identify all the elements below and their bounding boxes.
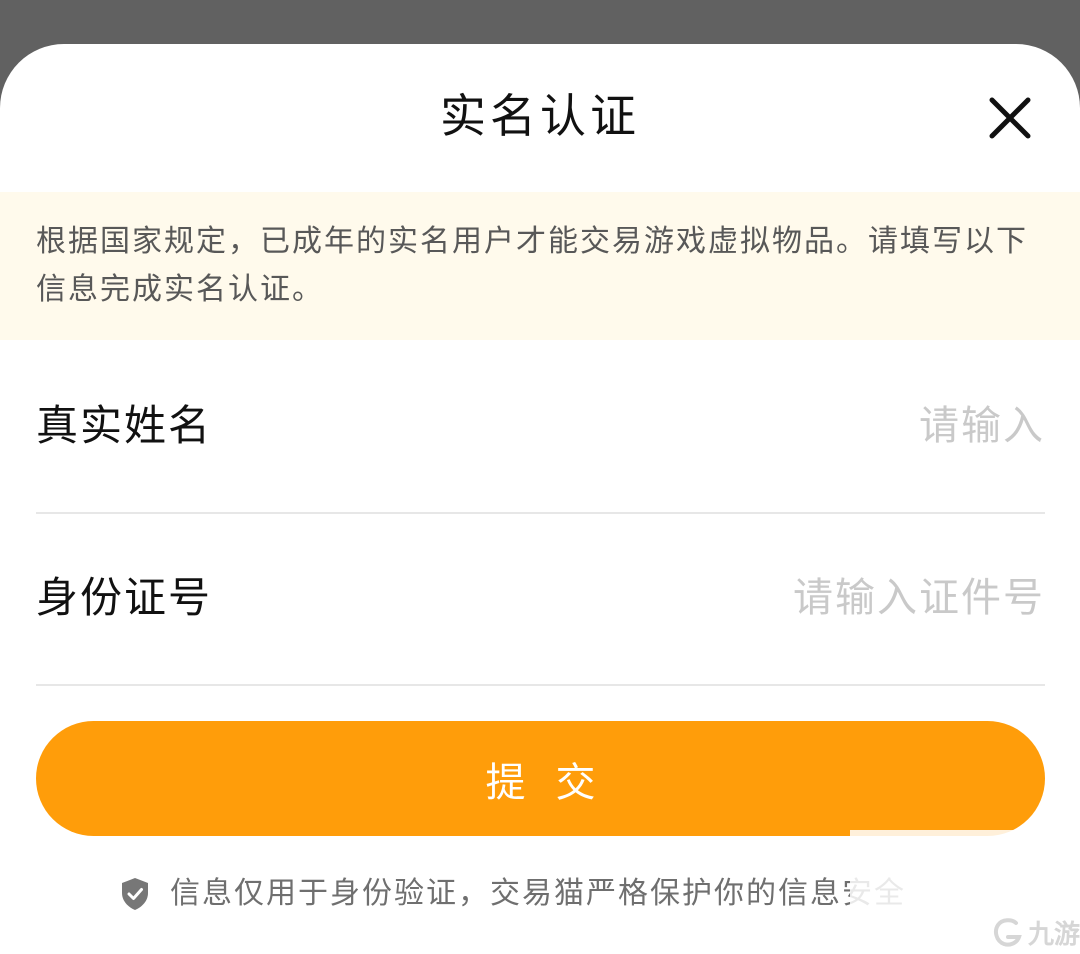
- submit-button[interactable]: 提交: [36, 721, 1045, 836]
- watermark-g-icon: [994, 917, 1022, 947]
- real-name-dialog: 实名认证 根据国家规定，已成年的实名用户才能交易游戏虚拟物品。请填写以下信息完成…: [0, 44, 1080, 954]
- real-name-label: 真实姓名: [36, 401, 213, 450]
- real-name-row: 真实姓名: [36, 340, 1045, 514]
- watermark-logo: 九游: [990, 914, 1080, 951]
- privacy-note: 信息仅用于身份验证，交易猫严格保护你的信息安全: [120, 872, 906, 916]
- notice-text: 根据国家规定，已成年的实名用户才能交易游戏虚拟物品。请填写以下信息完成实名认证。: [36, 224, 1028, 307]
- watermark-text: 九游: [1028, 920, 1080, 950]
- dialog-title: 实名认证: [440, 89, 640, 143]
- id-number-row: 身份证号: [36, 512, 1045, 686]
- shield-icon: [122, 878, 148, 910]
- close-button[interactable]: [982, 90, 1038, 146]
- close-icon: [989, 97, 1031, 139]
- privacy-text: 信息仅用于身份验证，交易猫严格保护你的信息安全: [170, 876, 906, 911]
- real-name-input[interactable]: [485, 396, 1045, 456]
- id-number-input[interactable]: [485, 568, 1045, 628]
- notice-banner: 根据国家规定，已成年的实名用户才能交易游戏虚拟物品。请填写以下信息完成实名认证。: [0, 192, 1080, 340]
- id-number-label: 身份证号: [36, 573, 213, 622]
